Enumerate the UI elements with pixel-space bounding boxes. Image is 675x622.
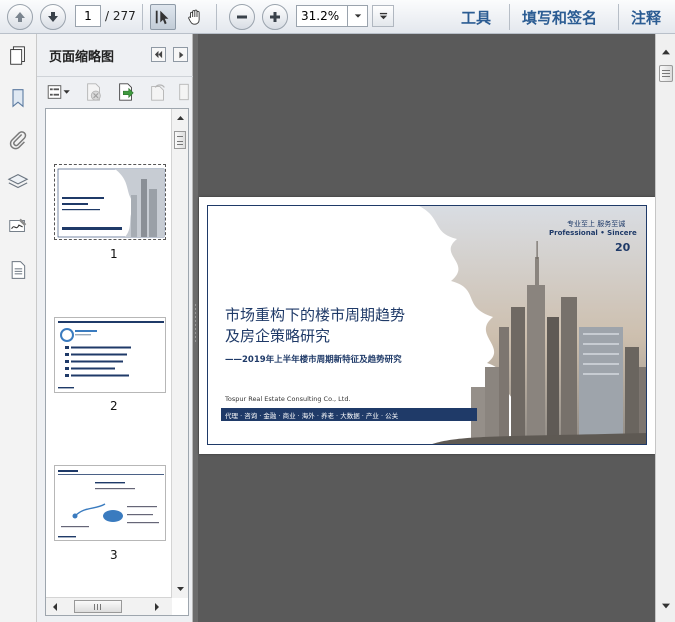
slide-title: 市场重构下的楼市周期趋势 及房企策略研究	[225, 305, 455, 347]
main-toolbar: / 277 工具 填写和签名 注释	[0, 0, 675, 34]
chevron-right-icon	[178, 51, 183, 58]
scroll-right-arrow-icon	[155, 603, 159, 611]
toolbar-divider	[216, 4, 217, 30]
thumbnail-preview	[55, 318, 165, 392]
page-thumbnail-1[interactable]	[54, 164, 166, 240]
document-icon	[11, 261, 26, 279]
scroll-up-arrow-icon	[177, 116, 184, 120]
thumbnail-scroll-thumb[interactable]	[174, 131, 186, 149]
hand-tool-button[interactable]	[182, 4, 208, 30]
bookmarks-button[interactable]	[6, 86, 30, 110]
insert-page-icon	[119, 83, 134, 101]
page-thumbnail-2[interactable]	[54, 317, 166, 393]
thumbnail-horizontal-scrollbar[interactable]	[46, 597, 172, 615]
double-chevron-left-icon	[154, 50, 163, 59]
chevron-down-icon	[379, 12, 387, 19]
zoom-out-button[interactable]	[229, 4, 255, 30]
navigation-rail	[0, 34, 37, 622]
more-tools-button[interactable]	[177, 81, 191, 103]
toolbar-options-button[interactable]	[372, 5, 394, 27]
signatures-button[interactable]	[6, 214, 30, 238]
insert-pages-button[interactable]	[115, 81, 137, 103]
chevron-down-icon	[354, 14, 361, 18]
toolbar-divider	[142, 4, 143, 30]
tools-link[interactable]: 工具	[461, 7, 491, 28]
thumbnail-page-number: 3	[110, 548, 118, 562]
scroll-up-arrow-icon	[661, 49, 670, 55]
next-page-button[interactable]	[40, 4, 66, 30]
slogan-english: Professional • Sincere	[549, 229, 637, 237]
select-tool-button[interactable]	[150, 4, 176, 30]
slide-title-line-2: 及房企策略研究	[225, 327, 331, 345]
toolbar-divider	[509, 4, 510, 30]
panel-splitter[interactable]	[193, 34, 198, 622]
slogan-chinese: 专业至上 服务至诚	[567, 220, 626, 228]
company-logo: 20	[615, 241, 631, 254]
attachments-button[interactable]	[6, 128, 30, 152]
scroll-down-arrow-icon	[661, 603, 670, 609]
rotate-page-icon	[151, 84, 165, 101]
zoom-in-icon	[270, 12, 280, 22]
layers-icon	[7, 174, 29, 189]
collapse-panel-button[interactable]	[151, 47, 166, 62]
bookmark-icon	[12, 89, 24, 108]
content-button[interactable]	[6, 258, 30, 282]
layers-button[interactable]	[6, 170, 30, 194]
scroll-left-arrow-icon	[53, 603, 57, 611]
panel-title: 页面缩略图	[49, 50, 115, 65]
down-arrow-icon	[48, 12, 58, 22]
document-vertical-scrollbar[interactable]	[655, 34, 675, 622]
slide-title-line-1: 市场重构下的楼市周期趋势	[225, 306, 406, 324]
thumbnail-options-button[interactable]	[45, 81, 73, 103]
select-cursor-icon	[155, 10, 169, 25]
page-thumbnails-button[interactable]	[6, 44, 30, 68]
comment-link[interactable]: 注释	[631, 7, 661, 28]
delete-page-icon	[87, 83, 101, 101]
pages-icon	[10, 46, 25, 65]
thumbnail-hscroll-thumb[interactable]	[74, 600, 122, 613]
page-icon	[179, 83, 189, 101]
list-options-icon	[47, 85, 70, 99]
rotate-pages-button[interactable]	[147, 81, 169, 103]
page-thumbnail-3[interactable]	[54, 465, 166, 541]
scroll-down-arrow-icon	[177, 587, 184, 591]
scroll-down-button[interactable]	[659, 600, 672, 612]
thumbnail-page-number: 1	[110, 247, 118, 261]
thumbnail-toolbar	[37, 76, 193, 106]
paperclip-icon	[9, 131, 27, 150]
up-arrow-icon	[15, 12, 25, 22]
slide-subtitle: ——2019年上半年楼市周期新特征及趋势研究	[225, 355, 402, 365]
company-name: Tospur Real Estate Consulting Co., Ltd.	[225, 395, 351, 403]
document-page[interactable]: 专业至上 服务至诚 Professional • Sincere 20 市场重构…	[199, 197, 655, 454]
delete-pages-button[interactable]	[83, 81, 105, 103]
services-list: 代理 · 咨询 · 金融 · 商业 · 海外 · 养老 · 大数据 · 产业 ·…	[225, 412, 399, 420]
thumbnail-list: 1 2 3	[45, 108, 189, 616]
panel-options-button[interactable]	[173, 47, 188, 62]
services-band: 代理 · 咨询 · 金融 · 商业 · 海外 · 养老 · 大数据 · 产业 ·…	[221, 408, 477, 421]
document-scroll-thumb[interactable]	[659, 65, 673, 82]
previous-page-button[interactable]	[7, 4, 33, 30]
zoom-dropdown-button[interactable]	[348, 5, 368, 27]
thumbnail-preview	[55, 466, 165, 540]
zoom-in-button[interactable]	[262, 4, 288, 30]
thumbnail-vertical-scrollbar[interactable]	[171, 109, 188, 598]
toolbar-divider	[618, 4, 619, 30]
page-total-label: / 277	[105, 9, 136, 23]
thumbnails-panel: 页面缩略图 1 2 3	[37, 34, 193, 622]
zoom-level-input[interactable]	[296, 5, 348, 27]
page-number-input[interactable]	[75, 5, 101, 27]
scroll-up-button[interactable]	[659, 46, 672, 58]
zoom-out-icon	[237, 15, 247, 19]
signature-icon	[9, 218, 27, 232]
hand-icon	[188, 9, 200, 25]
fill-and-sign-link[interactable]: 填写和签名	[522, 7, 597, 28]
thumbnail-preview	[55, 165, 165, 239]
thumbnail-page-number: 2	[110, 399, 118, 413]
